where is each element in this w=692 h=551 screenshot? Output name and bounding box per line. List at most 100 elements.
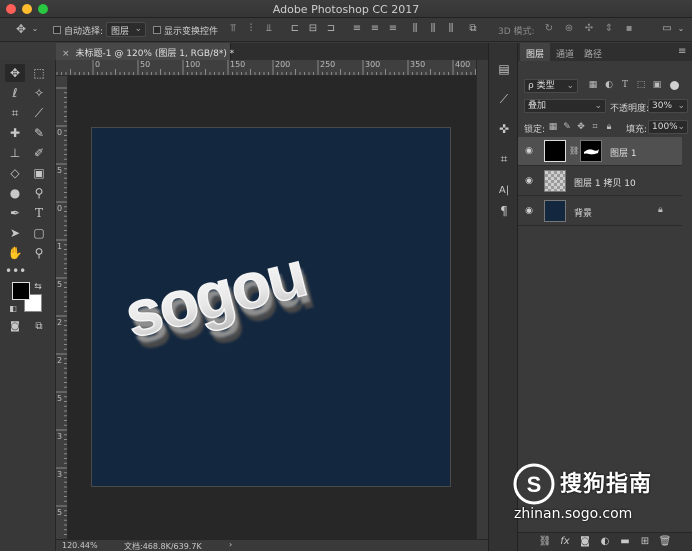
3d-pan-icon[interactable]: ✣ — [582, 23, 596, 35]
blend-mode-value: 叠加 — [528, 101, 547, 111]
clone-stamp-tool-icon[interactable]: ⊥ — [5, 144, 25, 162]
character-panel-icon[interactable]: A| — [496, 183, 512, 199]
lock-all-icon[interactable]: 🔒︎ — [604, 122, 614, 132]
foreground-color-swatch-top[interactable] — [12, 282, 30, 300]
marquee-tool-icon[interactable]: ⬚ — [29, 64, 49, 82]
align-right-icon[interactable]: ⊐ — [324, 23, 338, 35]
workspace-switcher-icon[interactable]: ▭ — [660, 23, 674, 35]
close-icon[interactable]: × — [62, 49, 70, 59]
more-tools-icon[interactable]: ••• — [5, 262, 26, 280]
chevron-right-icon[interactable]: › — [229, 540, 232, 549]
crop-panel-icon[interactable]: ⌗ — [496, 151, 512, 167]
crop-tool-icon[interactable]: ⌗ — [5, 104, 25, 122]
filter-pixel-icon[interactable]: ▦ — [588, 80, 598, 90]
magic-wand-tool-icon[interactable]: ✧ — [29, 84, 49, 102]
align-hcenter-icon[interactable]: ⊟ — [306, 23, 320, 35]
align-vcenter-icon[interactable]: ⫶ — [244, 23, 258, 35]
panel-menu-icon[interactable]: ≡ — [678, 46, 686, 57]
distribute-right-icon[interactable]: ⫼ — [444, 23, 458, 35]
filter-type-icon[interactable]: T — [620, 80, 630, 90]
libraries-panel-icon[interactable]: ✜ — [496, 121, 512, 137]
distribute-bottom-icon[interactable]: ≡ — [386, 23, 400, 35]
lock-transparent-icon[interactable]: ▦ — [548, 122, 558, 132]
eye-icon[interactable]: ◉ — [523, 206, 535, 216]
adjustments-panel-icon[interactable]: ⟋ — [496, 91, 512, 107]
quick-mask-icon[interactable]: ◙ — [5, 318, 25, 336]
swap-colors-icon[interactable]: ⇆ — [32, 278, 44, 296]
path-selection-tool-icon[interactable]: ➤ — [5, 224, 25, 242]
brush-tool-icon[interactable]: ✎ — [29, 124, 49, 142]
chevron-down-icon[interactable]: ⌄ — [28, 23, 42, 35]
vertical-scrollbar[interactable] — [476, 60, 488, 539]
fill-input[interactable]: 100% ⌄ — [648, 120, 688, 134]
filter-adjustment-icon[interactable]: ◐ — [604, 80, 614, 90]
healing-brush-tool-icon[interactable]: ✚ — [5, 124, 25, 142]
auto-align-icon[interactable]: ⧉ — [466, 23, 480, 35]
document-tab[interactable]: × 未标题-1 @ 120% (图层 1, RGB/8*) * — [56, 43, 234, 60]
eye-icon[interactable]: ◉ — [523, 146, 535, 156]
show-transform-checkbox[interactable] — [153, 26, 161, 34]
tab-channels[interactable]: 通道 — [550, 43, 580, 61]
zoom-tool-icon[interactable]: ⚲ — [29, 244, 49, 262]
zoom-level[interactable]: 120.44% — [62, 541, 98, 550]
type-tool-icon[interactable]: T — [29, 204, 49, 222]
lock-artboard-icon[interactable]: ⌗ — [590, 122, 600, 132]
dodge-tool-icon[interactable]: ⚲ — [29, 184, 49, 202]
chevron-down-icon[interactable]: ⌄ — [674, 23, 688, 35]
layer-row[interactable]: ◉ 图层 1 拷贝 10 — [518, 167, 682, 196]
tab-layers[interactable]: 图层 — [520, 43, 551, 61]
3d-scale-icon[interactable]: ▪ — [622, 23, 636, 35]
auto-select-target-dropdown[interactable]: 图层 ⌄ — [106, 22, 146, 37]
3d-roll-icon[interactable]: ⊛ — [562, 23, 576, 35]
blend-mode-dropdown[interactable]: 叠加 ⌄ — [524, 99, 606, 113]
adjustment-layer-icon[interactable]: ◐ — [598, 536, 612, 547]
distribute-hcenter-icon[interactable]: ⫼ — [426, 23, 440, 35]
layer-row[interactable]: ◉ ⛓ 图层 1 — [518, 137, 682, 166]
hand-tool-icon[interactable]: ✋ — [5, 244, 25, 262]
filter-toggle-icon[interactable] — [670, 81, 679, 90]
align-left-icon[interactable]: ⊏ — [288, 23, 302, 35]
shape-tool-icon[interactable]: ▢ — [29, 224, 49, 242]
eraser-tool-icon[interactable]: ◇ — [5, 164, 25, 182]
document-canvas[interactable]: sogou sogou sogou — [91, 127, 451, 487]
chevron-down-icon: ⌄ — [134, 24, 142, 34]
workspace[interactable]: sogou sogou sogou — [68, 76, 476, 539]
history-brush-tool-icon[interactable]: ✐ — [29, 144, 49, 162]
tab-paths[interactable]: 路径 — [578, 43, 608, 61]
align-bottom-icon[interactable]: ⫫ — [262, 23, 276, 35]
move-tool-icon[interactable]: ✥ — [5, 64, 25, 82]
eyedropper-tool-icon[interactable]: ⟋ — [29, 104, 49, 122]
opacity-input[interactable]: 30% ⌄ — [648, 99, 688, 113]
lock-position-icon[interactable]: ✥ — [576, 122, 586, 132]
distribute-left-icon[interactable]: ⫼ — [408, 23, 422, 35]
new-layer-icon[interactable]: ⊞ — [638, 536, 652, 547]
properties-panel-icon[interactable]: ▤ — [496, 61, 512, 77]
gradient-tool-icon[interactable]: ▣ — [29, 164, 49, 182]
eye-icon[interactable]: ◉ — [523, 176, 535, 186]
distribute-top-icon[interactable]: ≡ — [350, 23, 364, 35]
lock-image-icon[interactable]: ✎ — [562, 122, 572, 132]
link-icon[interactable]: ⛓ — [569, 146, 579, 155]
filter-smart-object-icon[interactable]: ▣ — [652, 80, 662, 90]
new-group-icon[interactable]: ▬ — [618, 536, 632, 547]
filter-shape-icon[interactable]: ⬚ — [636, 80, 646, 90]
default-colors-icon[interactable]: ◧ — [8, 300, 18, 318]
layer-mask-thumbnail[interactable] — [580, 140, 602, 162]
3d-slide-icon[interactable]: ⇕ — [602, 23, 616, 35]
layer-row[interactable]: ◉ 背景 🔒︎ — [518, 197, 682, 226]
move-tool-preset-icon[interactable]: ✥ — [14, 23, 28, 35]
link-layers-icon[interactable]: ⛓ — [538, 536, 552, 547]
blur-tool-icon[interactable]: ● — [5, 184, 25, 202]
layer-filter-dropdown[interactable]: ρ 类型 ⌄ — [524, 79, 578, 93]
add-mask-icon[interactable]: ◙ — [578, 536, 592, 547]
lasso-tool-icon[interactable]: ℓ — [5, 84, 25, 102]
pen-tool-icon[interactable]: ✒ — [5, 204, 25, 222]
paragraph-panel-icon[interactable]: ¶ — [496, 203, 512, 219]
screen-mode-icon[interactable]: ⧉ — [29, 318, 49, 336]
trash-icon[interactable]: 🗑︎ — [658, 536, 672, 547]
3d-orbit-icon[interactable]: ↻ — [542, 23, 556, 35]
align-top-icon[interactable]: ⫪ — [226, 23, 240, 35]
distribute-vcenter-icon[interactable]: ≡ — [368, 23, 382, 35]
auto-select-checkbox[interactable] — [53, 26, 61, 34]
fx-button[interactable]: fx — [558, 536, 572, 547]
